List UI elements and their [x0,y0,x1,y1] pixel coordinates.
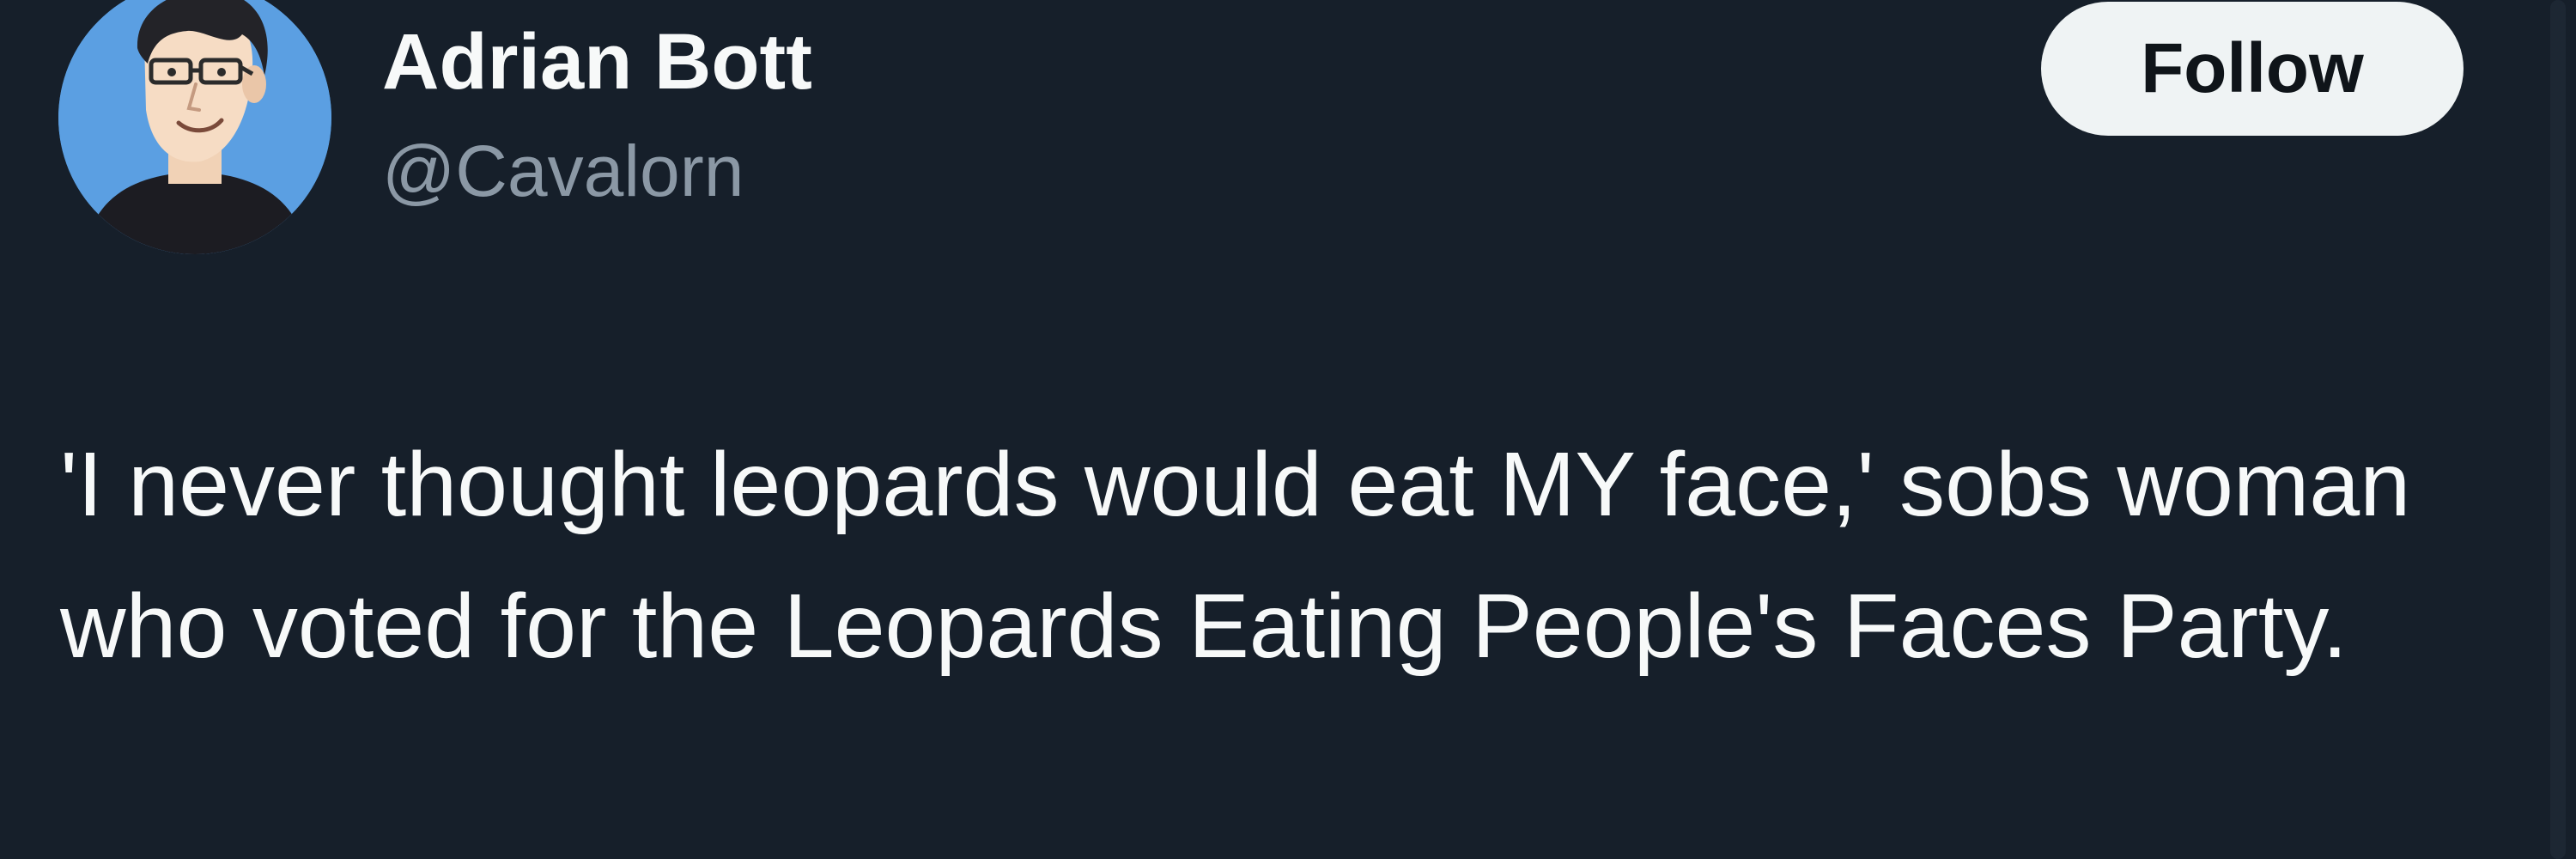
cartoon-man-avatar-icon [58,0,331,254]
tweet-text: 'I never thought leopards would eat MY f… [60,434,2411,677]
scrollbar[interactable] [2550,0,2566,859]
author-handle[interactable]: @Cavalorn [382,124,744,218]
author-avatar[interactable] [58,0,331,254]
author-display-name[interactable]: Adrian Bott [382,10,812,113]
tweet-card: Adrian Bott @Cavalorn Follow 'I never th… [0,0,2576,859]
follow-button[interactable]: Follow [2041,2,2464,136]
